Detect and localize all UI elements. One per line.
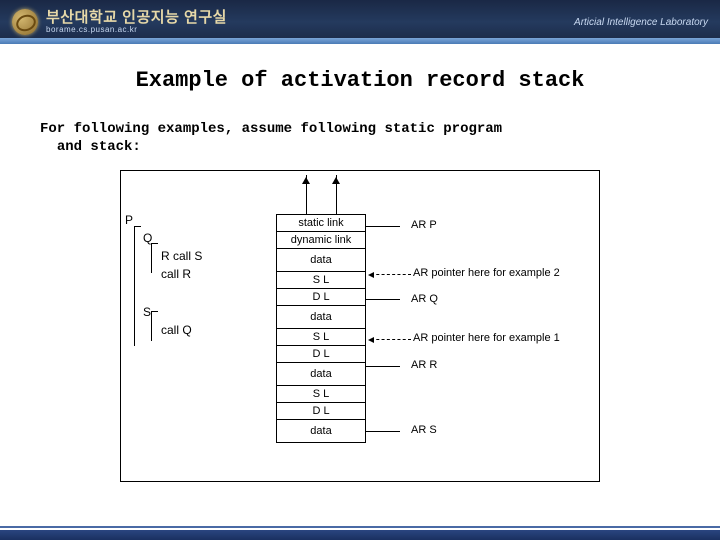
lab-name-en: Articial Intelligence Laboratory <box>574 17 708 28</box>
cell-data-p: data <box>276 248 366 272</box>
slide-title: Example of activation record stack <box>40 68 680 93</box>
program-structure: P Q R call S call R S call Q <box>125 213 202 337</box>
cell-data-r: data <box>276 362 366 386</box>
bracket-q-top <box>151 243 158 244</box>
logo-globe-icon <box>12 9 38 35</box>
proc-r-call-s: R call S <box>161 249 202 263</box>
logo: 부산대학교 인공지능 연구실 borame.cs.pusan.ac.kr <box>12 9 227 35</box>
cell-sl-s: S L <box>276 385 366 403</box>
cell-dynamic-link: dynamic link <box>276 231 366 249</box>
call-r: call R <box>161 267 191 281</box>
cell-dl-q: D L <box>276 288 366 306</box>
label-ar-r: AR R <box>411 359 437 371</box>
footer-thick-bar <box>0 530 720 540</box>
cell-static-link: static link <box>276 214 366 232</box>
label-ar-p: AR P <box>411 219 437 231</box>
subtitle-line1: For following examples, assume following… <box>40 121 502 137</box>
dash-ptr-1 <box>371 339 411 340</box>
cell-dl-r: D L <box>276 345 366 363</box>
footer <box>0 526 720 540</box>
org-name-kr: 부산대학교 인공지능 연구실 <box>46 10 227 26</box>
proc-s: S <box>143 305 151 319</box>
bracket-s <box>151 311 152 341</box>
label-ar-s: AR S <box>411 424 437 436</box>
proc-p: P <box>125 213 133 227</box>
subtitle-line2: and stack: <box>57 139 141 155</box>
diagram: P Q R call S call R S call Q static link… <box>120 170 600 482</box>
conn-ar-s <box>366 431 400 432</box>
conn-ar-p <box>366 226 400 227</box>
slide-subtitle: For following examples, assume following… <box>40 121 680 156</box>
bracket-s-top <box>151 311 158 312</box>
cell-sl-q: S L <box>276 271 366 289</box>
bracket-q <box>151 243 152 273</box>
cell-data-s: data <box>276 419 366 443</box>
arrowhead-2 <box>332 173 340 184</box>
conn-ar-r <box>366 366 400 367</box>
bracket-p <box>134 226 135 346</box>
slide-content: Example of activation record stack For f… <box>0 44 720 492</box>
label-ptr-2: AR pointer here for example 2 <box>413 267 560 279</box>
cell-data-q: data <box>276 305 366 329</box>
header-bar: 부산대학교 인공지능 연구실 borame.cs.pusan.ac.kr Art… <box>0 0 720 44</box>
label-ptr-1: AR pointer here for example 1 <box>413 332 560 344</box>
arrowhead-1 <box>302 173 310 184</box>
cell-sl-r: S L <box>276 328 366 346</box>
org-url: borame.cs.pusan.ac.kr <box>46 26 227 34</box>
call-q: call Q <box>161 323 192 337</box>
cell-dl-s: D L <box>276 402 366 420</box>
footer-thin-line <box>0 526 720 528</box>
bracket-p-top <box>134 226 141 227</box>
activation-stack: static link dynamic link data S L D L da… <box>276 215 366 443</box>
conn-ar-q <box>366 299 400 300</box>
dash-ptr-2 <box>371 274 411 275</box>
label-ar-q: AR Q <box>411 293 438 305</box>
